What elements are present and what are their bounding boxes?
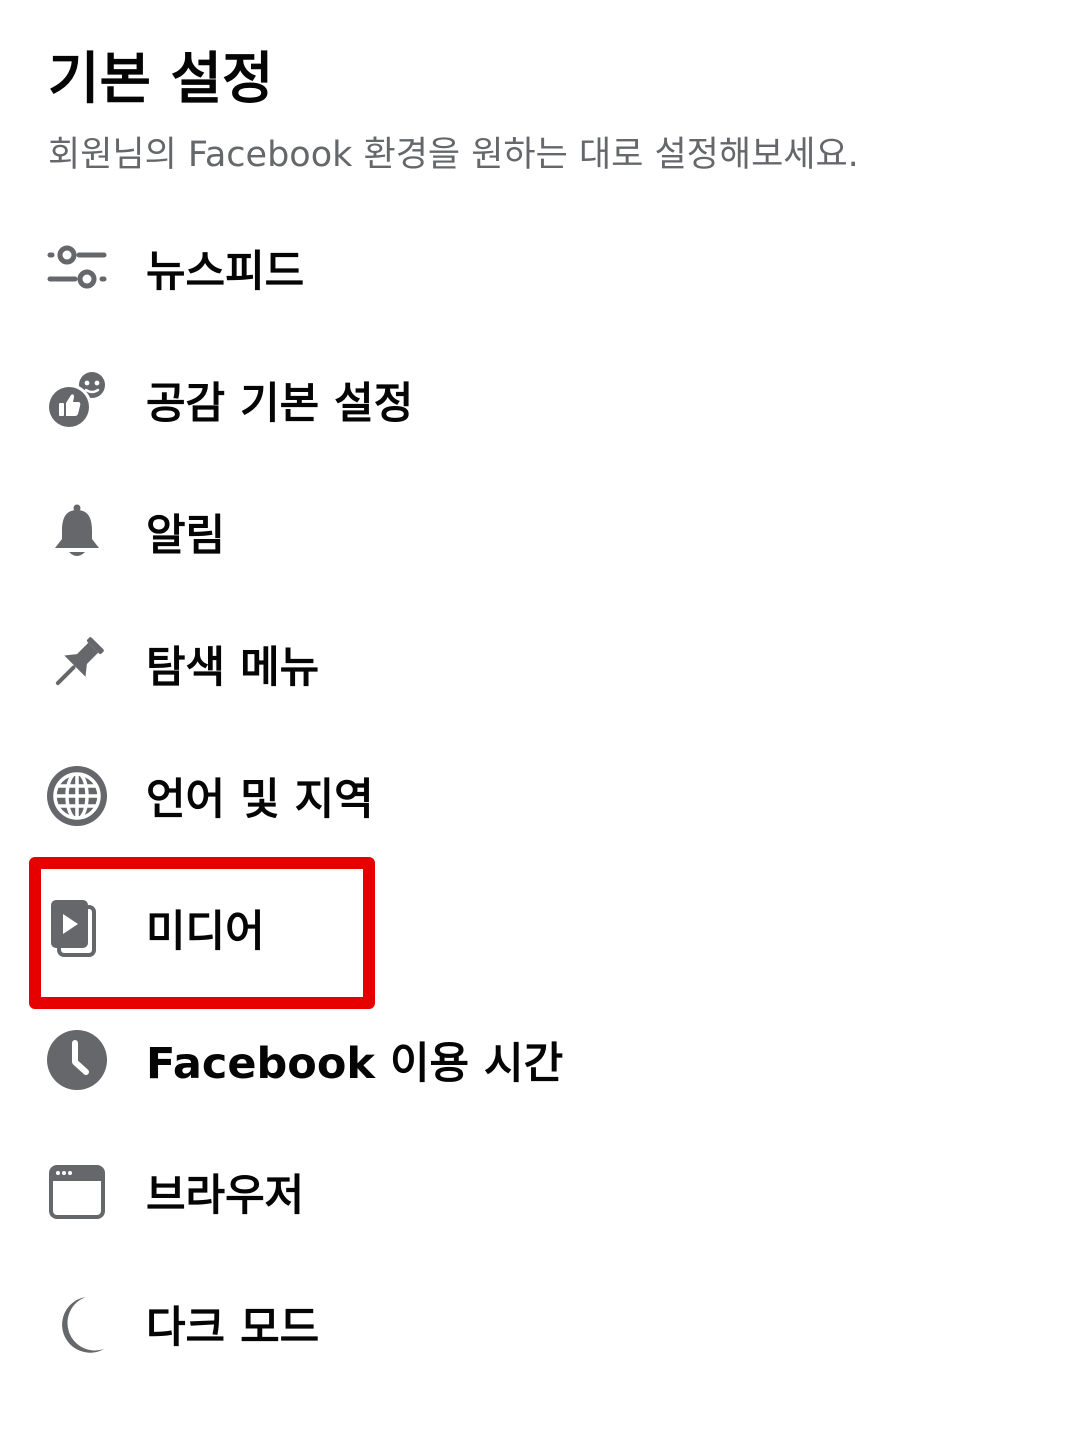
page-subtitle: 회원님의 Facebook 환경을 원하는 대로 설정해보세요. — [48, 135, 859, 175]
clock-icon — [46, 1029, 108, 1091]
menu-item-label: 언어 및 지역 — [146, 775, 374, 825]
menu-item-language-region[interactable]: 언어 및 지역 — [0, 730, 1080, 862]
menu-item-label: 알림 — [146, 511, 226, 561]
menu-item-label: 탐색 메뉴 — [146, 643, 320, 693]
sliders-icon — [46, 237, 108, 299]
menu-item-media[interactable]: 미디어 — [0, 862, 1080, 994]
menu-item-browser[interactable]: 브라우저 — [0, 1126, 1080, 1258]
menu-item-navigation-menu[interactable]: 탐색 메뉴 — [0, 598, 1080, 730]
globe-icon — [46, 765, 108, 827]
menu-item-notifications[interactable]: 알림 — [0, 466, 1080, 598]
menu-item-label: Facebook 이용 시간 — [146, 1039, 564, 1089]
browser-icon — [46, 1161, 108, 1223]
menu-item-label: 공감 기본 설정 — [146, 379, 414, 429]
page-title: 기본 설정 — [48, 47, 274, 112]
menu-item-time-on-facebook[interactable]: Facebook 이용 시간 — [0, 994, 1080, 1126]
menu-item-dark-mode[interactable]: 다크 모드 — [0, 1258, 1080, 1390]
settings-header: 기본 설정 회원님의 Facebook 환경을 원하는 대로 설정해보세요. — [48, 40, 1048, 180]
menu-item-label: 브라우저 — [146, 1171, 305, 1221]
media-icon — [46, 897, 108, 959]
pin-icon — [46, 633, 108, 695]
preferences-menu: 뉴스피드 공감 기본 설정 알림 탐색 메뉴 언어 및 지역 미디어 Faceb… — [0, 202, 1080, 1390]
menu-item-label: 다크 모드 — [146, 1303, 320, 1353]
menu-item-news-feed[interactable]: 뉴스피드 — [0, 202, 1080, 334]
menu-item-reactions[interactable]: 공감 기본 설정 — [0, 334, 1080, 466]
menu-item-label: 뉴스피드 — [146, 247, 305, 297]
moon-icon — [46, 1293, 108, 1355]
menu-item-label: 미디어 — [146, 907, 265, 957]
reactions-icon — [46, 369, 108, 431]
bell-icon — [46, 501, 108, 563]
